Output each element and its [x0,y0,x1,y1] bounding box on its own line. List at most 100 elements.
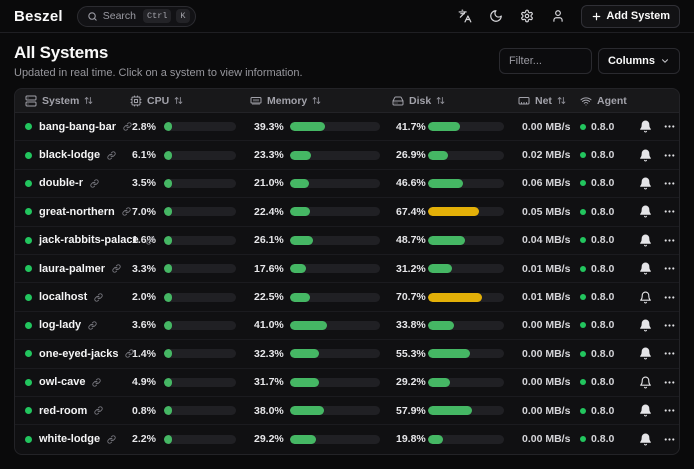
column-header-disk[interactable]: Disk [392,89,518,112]
link-icon[interactable] [112,264,121,273]
alerts-button[interactable] [634,229,656,251]
row-menu-button[interactable] [658,400,680,422]
link-icon[interactable] [146,236,155,245]
add-system-button[interactable]: Add System [581,5,680,28]
disk-value: 55.3% [396,348,424,360]
alerts-button[interactable] [634,258,656,280]
disk-meter [428,236,504,245]
sort-icon [174,96,183,105]
row-menu-button[interactable] [658,343,680,365]
settings-button[interactable] [515,4,539,28]
alerts-button[interactable] [634,314,656,336]
plus-icon [591,11,602,22]
row-menu-button[interactable] [658,229,680,251]
search-input[interactable]: Search Ctrl K [77,6,196,27]
link-icon[interactable] [90,179,99,188]
alerts-button[interactable] [634,144,656,166]
net-value: 0.06 MB/s [518,177,580,189]
table-row[interactable]: localhost 2.0% 22.5% 70.7% 0.01 MB/s 0.8… [15,283,679,311]
row-menu-button[interactable] [658,201,680,223]
filter-input[interactable] [499,48,592,74]
row-menu-button[interactable] [658,258,680,280]
app-logo[interactable]: Beszel [14,8,63,25]
theme-toggle-button[interactable] [484,4,508,28]
table-row[interactable]: black-lodge 6.1% 23.3% 26.9% 0.02 MB/s 0… [15,141,679,169]
link-icon[interactable] [88,321,97,330]
net-value: 0.00 MB/s [518,405,580,417]
sort-icon [557,96,566,105]
table-row[interactable]: bang-bang-bar 2.8% 39.3% 41.7% 0.00 MB/s… [15,113,679,141]
agent-version: 0.8.0 [591,348,614,360]
agent-version: 0.8.0 [591,177,614,189]
page-subtitle: Updated in real time. Click on a system … [14,67,303,79]
net-value: 0.00 MB/s [518,376,580,388]
alerts-button[interactable] [634,343,656,365]
link-icon[interactable] [107,435,116,444]
agent-status-dot [580,152,586,158]
user-menu-button[interactable] [546,4,570,28]
memory-value: 21.0% [254,177,284,189]
disk-meter [428,349,504,358]
table-row[interactable]: log-lady 3.6% 41.0% 33.8% 0.00 MB/s 0.8.… [15,312,679,340]
row-menu-button[interactable] [658,172,680,194]
column-header-cpu[interactable]: CPU [130,89,250,112]
columns-button[interactable]: Columns [598,48,680,74]
cpu-value: 3.5% [132,177,158,189]
alerts-button[interactable] [634,400,656,422]
table-row[interactable]: great-northern 7.0% 22.4% 67.4% 0.05 MB/… [15,198,679,226]
status-dot [25,152,32,159]
row-menu-button[interactable] [658,428,680,450]
table-row[interactable]: double-r 3.5% 21.0% 46.6% 0.06 MB/s 0.8.… [15,170,679,198]
alerts-button[interactable] [634,116,656,138]
systems-table: System CPU Memory Disk Net [14,88,680,455]
alerts-button[interactable] [634,286,656,308]
status-dot [25,265,32,272]
link-icon[interactable] [92,378,101,387]
row-menu-button[interactable] [658,116,680,138]
row-menu-button[interactable] [658,314,680,336]
table-row[interactable]: laura-palmer 3.3% 17.6% 31.2% 0.01 MB/s … [15,255,679,283]
hard-drive-icon [392,95,404,107]
bell-icon [639,347,652,360]
status-dot [25,350,32,357]
language-button[interactable] [453,4,477,28]
alerts-button[interactable] [634,201,656,223]
table-row[interactable]: jack-rabbits-palace 1.6% 26.1% 48.7% 0.0… [15,227,679,255]
table-row[interactable]: red-room 0.8% 38.0% 57.9% 0.00 MB/s 0.8.… [15,397,679,425]
row-menu-button[interactable] [658,144,680,166]
column-header-system[interactable]: System [15,89,130,112]
link-icon[interactable] [94,406,103,415]
column-header-net[interactable]: Net [518,89,580,112]
column-label: Disk [409,95,431,107]
row-menu-button[interactable] [658,371,680,393]
alerts-button[interactable] [634,172,656,194]
bell-icon [639,177,652,190]
moon-icon [489,9,503,23]
row-menu-button[interactable] [658,286,680,308]
system-name: one-eyed-jacks [39,348,118,360]
link-icon[interactable] [123,122,132,131]
ethernet-icon [518,95,530,107]
cpu-value: 3.3% [132,263,158,275]
memory-value: 17.6% [254,263,284,275]
link-icon[interactable] [94,293,103,302]
link-icon[interactable] [122,207,131,216]
link-icon[interactable] [125,349,134,358]
alerts-button[interactable] [634,371,656,393]
table-row[interactable]: owl-cave 4.9% 31.7% 29.2% 0.00 MB/s 0.8.… [15,369,679,397]
memory-value: 31.7% [254,376,284,388]
cpu-meter [164,378,236,387]
cpu-value: 0.8% [132,405,158,417]
column-header-memory[interactable]: Memory [250,89,392,112]
table-row[interactable]: white-lodge 2.2% 29.2% 19.8% 0.00 MB/s 0… [15,425,679,453]
system-name: red-room [39,405,87,417]
agent-version: 0.8.0 [591,405,614,417]
net-value: 0.00 MB/s [518,348,580,360]
memory-value: 41.0% [254,319,284,331]
cpu-value: 6.1% [132,149,158,161]
bell-icon [639,205,652,218]
link-icon[interactable] [107,151,116,160]
table-row[interactable]: one-eyed-jacks 1.4% 32.3% 55.3% 0.00 MB/… [15,340,679,368]
cpu-meter [164,151,236,160]
alerts-button[interactable] [634,428,656,450]
